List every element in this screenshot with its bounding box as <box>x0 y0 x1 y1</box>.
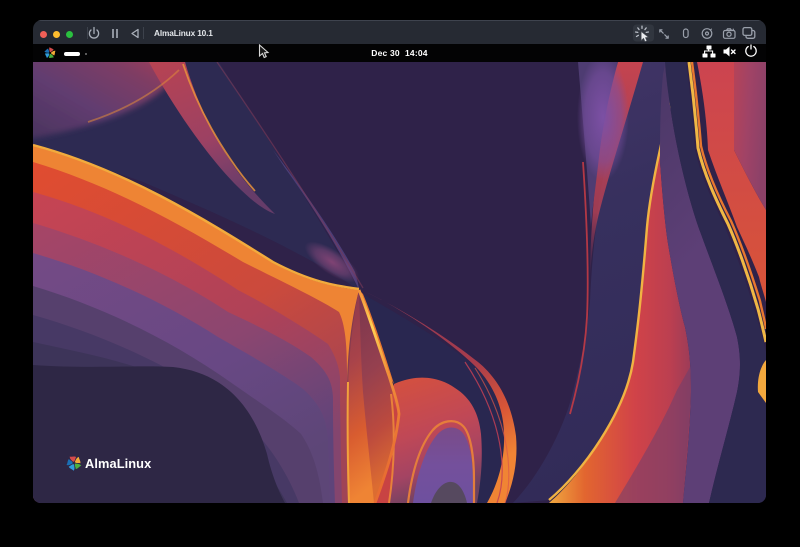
svg-text:AlmaLinux: AlmaLinux <box>85 456 152 471</box>
